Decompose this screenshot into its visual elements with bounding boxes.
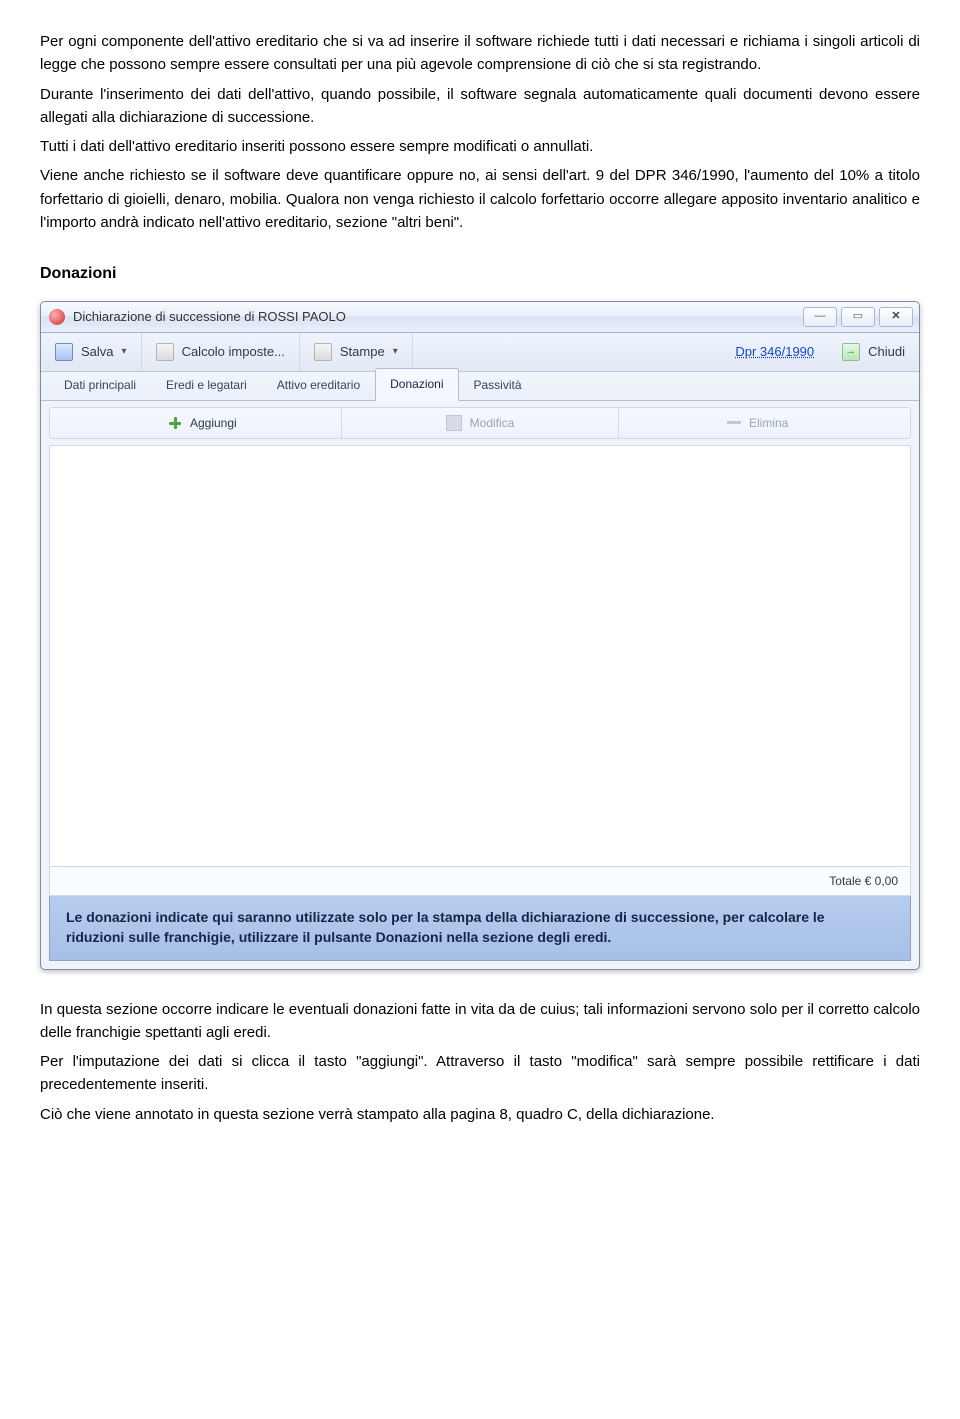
content-list-area[interactable] xyxy=(49,445,911,867)
chevron-down-icon: ▾ xyxy=(122,344,127,360)
elimina-button[interactable]: Elimina xyxy=(619,414,896,433)
stampe-button[interactable]: Stampe ▾ xyxy=(300,333,413,371)
calcolo-imposte-button[interactable]: Calcolo imposte... xyxy=(142,333,300,371)
toolbar-spacer xyxy=(413,333,722,371)
tab-passivita[interactable]: Passività xyxy=(459,369,537,401)
paragraph: Per l'imputazione dei dati si clicca il … xyxy=(40,1050,920,1097)
modifica-label: Modifica xyxy=(470,414,515,433)
dpr-label: Dpr 346/1990 xyxy=(735,342,814,362)
stampe-label: Stampe xyxy=(340,342,385,362)
paragraph: Tutti i dati dell'attivo ereditario inse… xyxy=(40,135,920,158)
window-maximize-button[interactable]: ▭ xyxy=(841,307,875,327)
info-bar: Le donazioni indicate qui saranno utiliz… xyxy=(49,896,911,960)
paragraph: In questa sezione occorre indicare le ev… xyxy=(40,998,920,1045)
window-title: Dichiarazione di successione di ROSSI PA… xyxy=(73,307,346,327)
window-minimize-button[interactable]: — xyxy=(803,307,837,327)
tab-attivo-ereditario[interactable]: Attivo ereditario xyxy=(262,369,375,401)
salva-label: Salva xyxy=(81,342,114,362)
calcolo-label: Calcolo imposte... xyxy=(182,342,285,362)
plus-icon xyxy=(168,416,182,430)
window-close-button[interactable]: ✕ xyxy=(879,307,913,327)
info-bar-text: Le donazioni indicate qui saranno utiliz… xyxy=(66,908,846,947)
tabbar: Dati principali Eredi e legatari Attivo … xyxy=(41,372,919,401)
chiudi-button[interactable]: Chiudi xyxy=(828,333,919,371)
app-icon xyxy=(49,309,65,325)
modifica-button[interactable]: Modifica xyxy=(342,414,619,433)
paragraph: Durante l'inserimento dei dati dell'atti… xyxy=(40,83,920,130)
heading-donazioni: Donazioni xyxy=(40,262,920,287)
tab-donazioni[interactable]: Donazioni xyxy=(375,368,458,401)
totale-row: Totale € 0,00 xyxy=(49,867,911,897)
chiudi-label: Chiudi xyxy=(868,342,905,362)
dpr-link[interactable]: Dpr 346/1990 xyxy=(721,333,828,371)
tab-eredi-legatari[interactable]: Eredi e legatari xyxy=(151,369,262,401)
calculator-icon xyxy=(156,343,174,361)
aggiungi-button[interactable]: Aggiungi xyxy=(64,414,341,433)
elimina-label: Elimina xyxy=(749,414,788,433)
tab-dati-principali[interactable]: Dati principali xyxy=(49,369,151,401)
aggiungi-label: Aggiungi xyxy=(190,414,237,433)
printer-icon xyxy=(314,343,332,361)
salva-button[interactable]: Salva ▾ xyxy=(41,333,142,371)
chevron-down-icon: ▾ xyxy=(393,344,398,360)
paragraph: Viene anche richiesto se il software dev… xyxy=(40,164,920,234)
window-titlebar[interactable]: Dichiarazione di successione di ROSSI PA… xyxy=(41,302,919,333)
edit-icon xyxy=(446,415,462,431)
sub-toolbar: Aggiungi Modifica Elimina xyxy=(49,407,911,439)
minus-icon xyxy=(727,421,741,424)
main-toolbar: Salva ▾ Calcolo imposte... Stampe ▾ Dpr … xyxy=(41,333,919,372)
save-icon xyxy=(55,343,73,361)
paragraph: Per ogni componente dell'attivo ereditar… xyxy=(40,30,920,77)
paragraph: Ciò che viene annotato in questa sezione… xyxy=(40,1103,920,1126)
app-window: Dichiarazione di successione di ROSSI PA… xyxy=(40,301,920,970)
close-icon xyxy=(842,343,860,361)
